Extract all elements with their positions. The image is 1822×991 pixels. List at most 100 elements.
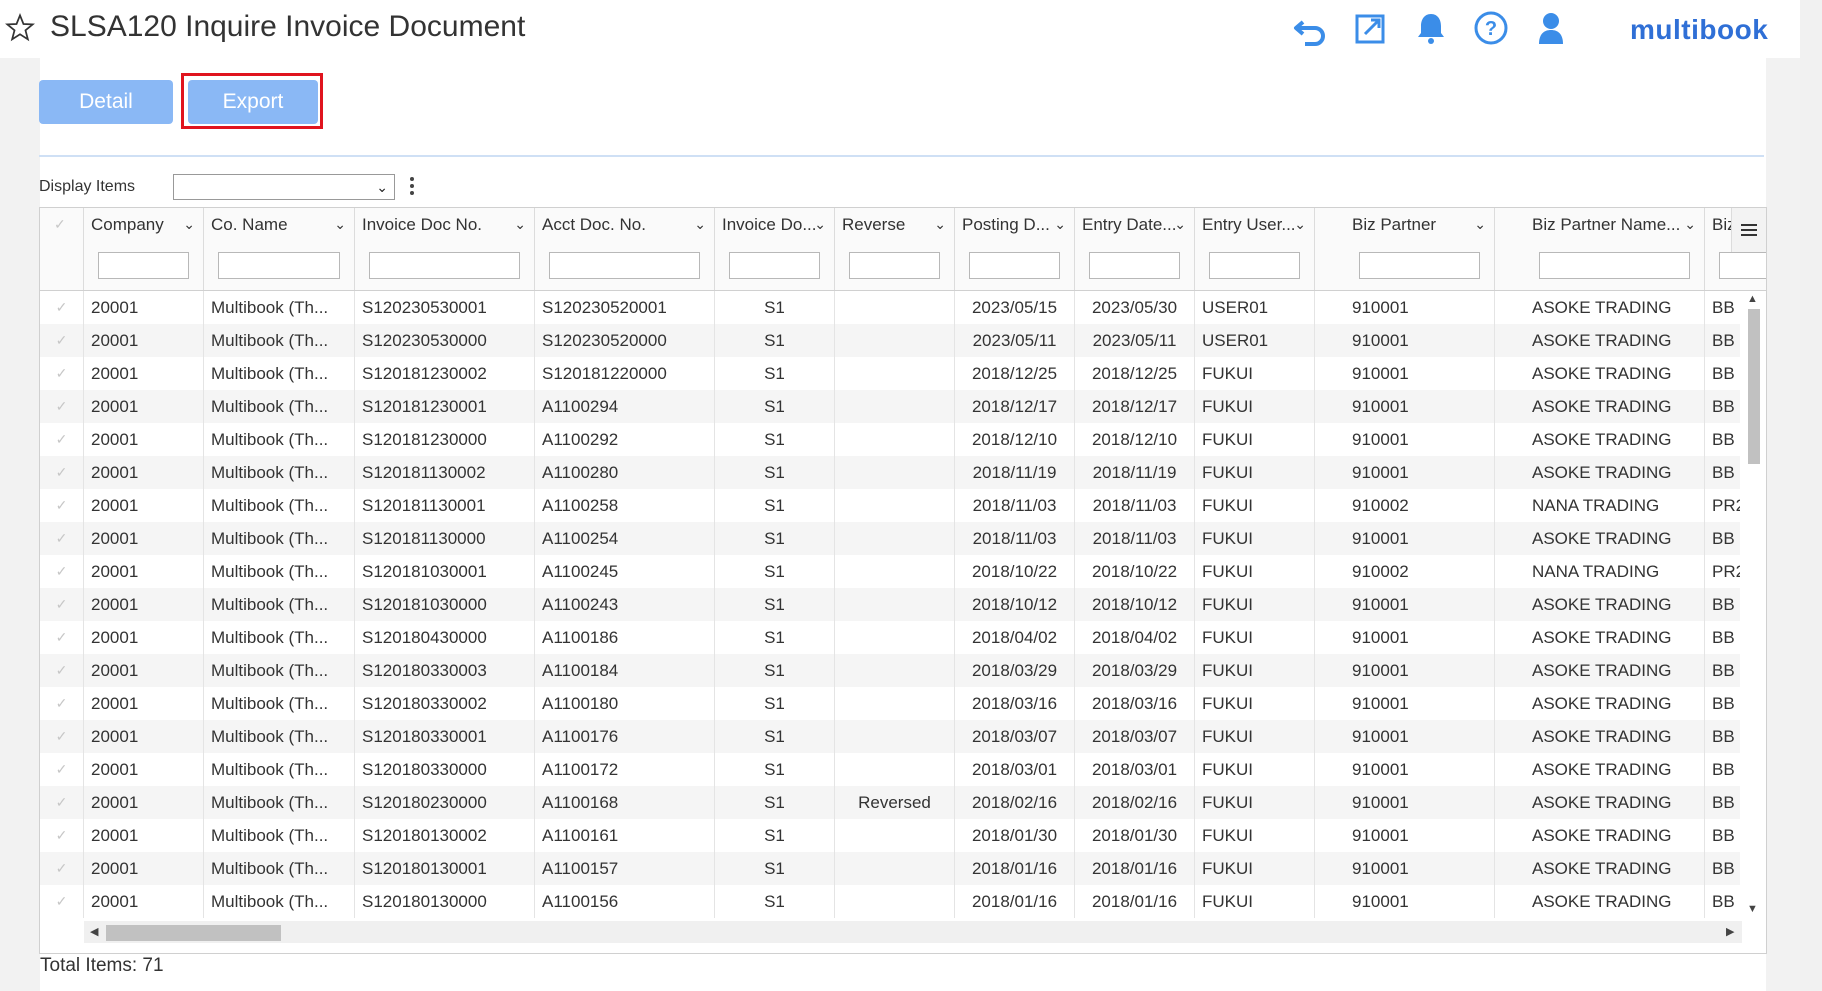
row-checkbox[interactable]: ✓ [40, 819, 84, 852]
column-filter-input[interactable] [1359, 252, 1480, 279]
row-checkbox[interactable]: ✓ [40, 654, 84, 687]
table-row[interactable]: ✓ 20001 Multibook (Th... S120180130002 A1100… [40, 819, 1740, 852]
cell-acct-doc-no: A1100280 [535, 456, 715, 489]
column-header-biz-partner[interactable]: Biz Partner ⌄ [1345, 208, 1495, 290]
column-filter-input[interactable] [98, 252, 189, 279]
row-checkbox[interactable]: ✓ [40, 621, 84, 654]
column-filter-input[interactable] [1209, 252, 1300, 279]
column-filter-input[interactable] [369, 252, 520, 279]
page-scrollbar[interactable] [1800, 0, 1822, 991]
row-checkbox[interactable]: ✓ [40, 390, 84, 423]
scroll-right-arrow-icon[interactable]: ▶ [1726, 925, 1734, 938]
table-row[interactable]: ✓ 20001 Multibook (Th... S120181130000 A1100… [40, 522, 1740, 555]
table-row[interactable]: ✓ 20001 Multibook (Th... S120180330003 A1100… [40, 654, 1740, 687]
table-row[interactable]: ✓ 20001 Multibook (Th... S120180330001 A1100… [40, 720, 1740, 753]
cell-co-name: Multibook (Th... [204, 588, 355, 621]
sort-chevron-icon[interactable]: ⌄ [934, 216, 946, 233]
column-header-invoice-doc-type[interactable]: Invoice Do... ⌄ [715, 208, 835, 290]
column-header-company[interactable]: Company ⌄ [84, 208, 204, 290]
cell-invoice-doc-type: S1 [715, 819, 835, 852]
cell-reverse [835, 423, 955, 456]
table-row[interactable]: ✓ 20001 Multibook (Th... S120181230001 A1100… [40, 390, 1740, 423]
table-row[interactable]: ✓ 20001 Multibook (Th... S120181130002 A1100… [40, 456, 1740, 489]
table-row[interactable]: ✓ 20001 Multibook (Th... S120181130001 A1100… [40, 489, 1740, 522]
user-icon[interactable] [1531, 8, 1571, 48]
sort-chevron-icon[interactable]: ⌄ [1474, 216, 1486, 233]
grid-menu-icon[interactable] [1731, 208, 1766, 252]
table-row[interactable]: ✓ 20001 Multibook (Th... S120181230000 A1100… [40, 423, 1740, 456]
column-header-invoice-doc-no[interactable]: Invoice Doc No. ⌄ [355, 208, 535, 290]
row-checkbox[interactable]: ✓ [40, 588, 84, 621]
help-icon[interactable]: ? [1471, 8, 1511, 48]
star-icon[interactable] [4, 12, 36, 44]
table-row[interactable]: ✓ 20001 Multibook (Th... S120180130001 A1100… [40, 852, 1740, 885]
horizontal-scroll-thumb[interactable] [106, 925, 281, 941]
sort-chevron-icon[interactable]: ⌄ [1294, 216, 1306, 233]
column-filter-input[interactable] [1539, 252, 1690, 279]
table-row[interactable]: ✓ 20001 Multibook (Th... S120180430000 A1100… [40, 621, 1740, 654]
sort-chevron-icon[interactable]: ⌄ [514, 216, 526, 233]
kebab-menu-icon[interactable] [408, 175, 416, 201]
row-checkbox[interactable]: ✓ [40, 324, 84, 357]
column-header-entry-user[interactable]: Entry User... ⌄ [1195, 208, 1315, 290]
select-all-checkbox[interactable]: ✓ [40, 208, 84, 290]
column-header-biz-partner-name[interactable]: Biz Partner Name... ⌄ [1525, 208, 1705, 290]
column-header-entry-date[interactable]: Entry Date... ⌄ [1075, 208, 1195, 290]
column-header-reverse[interactable]: Reverse ⌄ [835, 208, 955, 290]
table-row[interactable]: ✓ 20001 Multibook (Th... S120181030000 A1100… [40, 588, 1740, 621]
scroll-left-arrow-icon[interactable]: ◀ [90, 925, 98, 938]
display-items-select[interactable]: ⌄ [173, 174, 395, 200]
detail-button[interactable]: Detail [39, 80, 173, 124]
row-checkbox[interactable]: ✓ [40, 852, 84, 885]
row-checkbox[interactable]: ✓ [40, 423, 84, 456]
grid-vertical-scrollbar[interactable]: ▲ ▼ [1743, 291, 1763, 921]
cell-biz-partner-address: BB Bldg, S [1705, 885, 1740, 918]
row-checkbox[interactable]: ✓ [40, 357, 84, 390]
sort-chevron-icon[interactable]: ⌄ [694, 216, 706, 233]
row-checkbox[interactable]: ✓ [40, 489, 84, 522]
column-filter-input[interactable] [218, 252, 340, 279]
sort-chevron-icon[interactable]: ⌄ [1054, 216, 1066, 233]
cell-company: 20001 [84, 753, 204, 786]
table-row[interactable]: ✓ 20001 Multibook (Th... S120181030001 A1100… [40, 555, 1740, 588]
table-row[interactable]: ✓ 20001 Multibook (Th... S120181230002 S1201… [40, 357, 1740, 390]
sort-chevron-icon[interactable]: ⌄ [334, 216, 346, 233]
table-row[interactable]: ✓ 20001 Multibook (Th... S120180130000 A1100… [40, 885, 1740, 918]
vertical-scroll-thumb[interactable] [1748, 309, 1760, 464]
table-row[interactable]: ✓ 20001 Multibook (Th... S120180230000 A1100… [40, 786, 1740, 819]
column-filter-input[interactable] [549, 252, 700, 279]
sort-chevron-icon[interactable]: ⌄ [183, 216, 195, 233]
column-header-posting-date[interactable]: Posting D... ⌄ [955, 208, 1075, 290]
table-row[interactable]: ✓ 20001 Multibook (Th... S120180330002 A1100… [40, 687, 1740, 720]
sort-chevron-icon[interactable]: ⌄ [1174, 216, 1186, 233]
sort-chevron-icon[interactable]: ⌄ [1684, 216, 1696, 233]
column-header-co-name[interactable]: Co. Name ⌄ [204, 208, 355, 290]
table-row[interactable]: ✓ 20001 Multibook (Th... S120180330000 A1100… [40, 753, 1740, 786]
cell-biz-partner: 910001 [1345, 654, 1495, 687]
column-header-acct-doc-no[interactable]: Acct Doc. No. ⌄ [535, 208, 715, 290]
row-checkbox[interactable]: ✓ [40, 687, 84, 720]
table-row[interactable]: ✓ 20001 Multibook (Th... S120230530000 S1202… [40, 324, 1740, 357]
grid-horizontal-scrollbar[interactable]: ◀ ▶ [84, 921, 1742, 943]
column-filter-input[interactable] [1089, 252, 1180, 279]
row-checkbox[interactable]: ✓ [40, 720, 84, 753]
bell-icon[interactable] [1411, 8, 1451, 48]
column-filter-input[interactable] [849, 252, 940, 279]
column-header-label: Biz Partner Name... [1532, 215, 1681, 234]
column-filter-input[interactable] [1719, 252, 1766, 279]
sort-chevron-icon[interactable]: ⌄ [814, 216, 826, 233]
row-checkbox[interactable]: ✓ [40, 753, 84, 786]
table-row[interactable]: ✓ 20001 Multibook (Th... S120230530001 S1202… [40, 291, 1740, 324]
export-window-icon[interactable] [1351, 8, 1391, 48]
row-checkbox[interactable]: ✓ [40, 786, 84, 819]
row-checkbox[interactable]: ✓ [40, 522, 84, 555]
scroll-down-arrow-icon[interactable]: ▼ [1747, 903, 1758, 915]
column-filter-input[interactable] [729, 252, 820, 279]
scroll-up-arrow-icon[interactable]: ▲ [1747, 293, 1758, 305]
row-checkbox[interactable]: ✓ [40, 555, 84, 588]
row-checkbox[interactable]: ✓ [40, 291, 84, 324]
row-checkbox[interactable]: ✓ [40, 456, 84, 489]
back-icon[interactable] [1291, 8, 1331, 48]
row-checkbox[interactable]: ✓ [40, 885, 84, 918]
column-filter-input[interactable] [969, 252, 1060, 279]
